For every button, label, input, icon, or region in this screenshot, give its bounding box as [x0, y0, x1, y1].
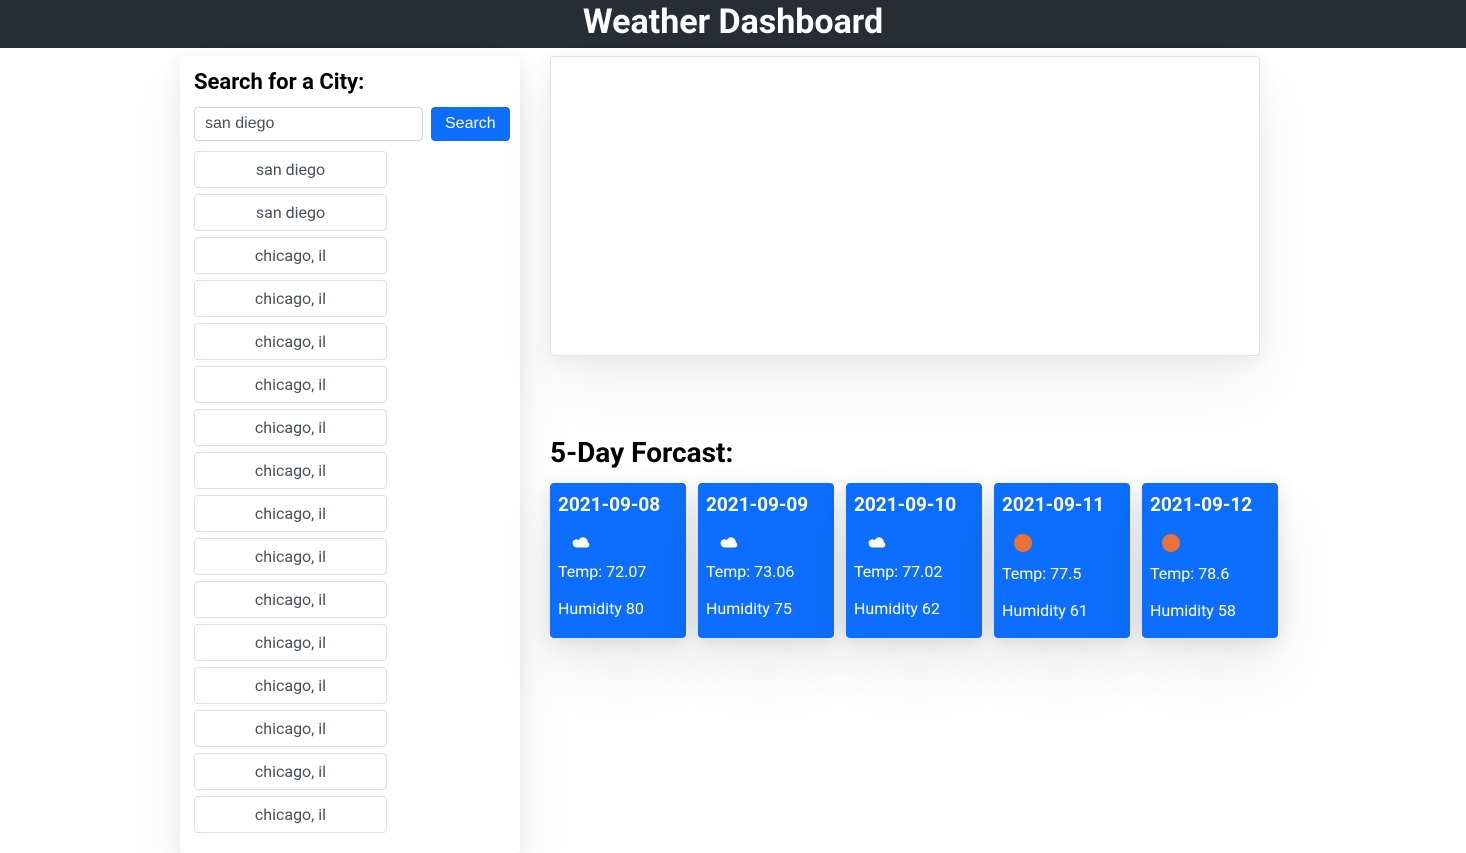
search-heading: Search for a City:	[194, 70, 506, 95]
forecast-humidity: Humidity 58	[1150, 601, 1270, 620]
history-item[interactable]: chicago, il	[194, 796, 387, 833]
search-row: Search	[194, 107, 506, 141]
search-sidebar: Search for a City: Search san diegosan d…	[180, 56, 520, 853]
forecast-temp: Temp: 77.02	[854, 562, 974, 581]
forecast-date: 2021-09-09	[706, 493, 826, 516]
forecast-humidity: Humidity 75	[706, 599, 826, 618]
history-item[interactable]: chicago, il	[194, 753, 387, 790]
history-item[interactable]: san diego	[194, 194, 387, 231]
history-item[interactable]: chicago, il	[194, 581, 387, 618]
cloud-icon	[570, 534, 678, 550]
forecast-card: 2021-09-11 Temp: 77.5 Humidity 61	[994, 483, 1130, 638]
cloud-icon	[866, 534, 974, 550]
search-button[interactable]: Search	[431, 107, 510, 141]
main-container: Search for a City: Search san diegosan d…	[0, 48, 1466, 853]
forecast-date: 2021-09-12	[1150, 493, 1270, 516]
history-item[interactable]: chicago, il	[194, 452, 387, 489]
forecast-card: 2021-09-09 Temp: 73.06 Humidity 75	[698, 483, 834, 638]
history-item[interactable]: chicago, il	[194, 538, 387, 575]
forecast-heading: 5-Day Forcast:	[550, 436, 1286, 469]
forecast-temp: Temp: 77.5	[1002, 564, 1122, 583]
history-item[interactable]: chicago, il	[194, 409, 387, 446]
cloud-icon	[718, 534, 826, 550]
forecast-humidity: Humidity 80	[558, 599, 678, 618]
forecast-card: 2021-09-08 Temp: 72.07 Humidity 80	[550, 483, 686, 638]
forecast-humidity: Humidity 61	[1002, 601, 1122, 620]
forecast-date: 2021-09-11	[1002, 493, 1122, 516]
forecast-temp: Temp: 78.6	[1150, 564, 1270, 583]
city-search-input[interactable]	[194, 107, 423, 141]
forecast-temp: Temp: 72.07	[558, 562, 678, 581]
history-item[interactable]: san diego	[194, 151, 387, 188]
history-item[interactable]: chicago, il	[194, 280, 387, 317]
history-item[interactable]: chicago, il	[194, 323, 387, 360]
history-item[interactable]: chicago, il	[194, 366, 387, 403]
forecast-row: 2021-09-08Temp: 72.07Humidity 802021-09-…	[550, 483, 1286, 638]
history-item[interactable]: chicago, il	[194, 237, 387, 274]
history-item[interactable]: chicago, il	[194, 624, 387, 661]
main-panel: 5-Day Forcast: 2021-09-08 Temp: 72.07 Humi…	[550, 56, 1286, 638]
sun-icon	[1014, 534, 1122, 552]
sun-icon	[1162, 534, 1270, 552]
forecast-humidity: Humidity 62	[854, 599, 974, 618]
search-history-list: san diego san diego chicago, il chicago, il…	[194, 151, 506, 833]
forecast-card: 2021-09-12 Temp: 78.6 Humidity 58	[1142, 483, 1278, 638]
app-header: Weather Dashboard	[0, 0, 1466, 48]
history-item[interactable]: chicago, il	[194, 667, 387, 704]
forecast-card: 2021-09-10 Temp: 77.02 Humidity 62	[846, 483, 982, 638]
page-title: Weather Dashboard	[0, 2, 1466, 42]
history-item[interactable]: chicago, il	[194, 495, 387, 532]
forecast-date: 2021-09-08	[558, 493, 678, 516]
forecast-section: 5-Day Forcast: 2021-09-08 Temp: 72.07 Humi…	[550, 436, 1286, 638]
current-weather-card	[550, 56, 1260, 356]
forecast-temp: Temp: 73.06	[706, 562, 826, 581]
history-item[interactable]: chicago, il	[194, 710, 387, 747]
forecast-date: 2021-09-10	[854, 493, 974, 516]
